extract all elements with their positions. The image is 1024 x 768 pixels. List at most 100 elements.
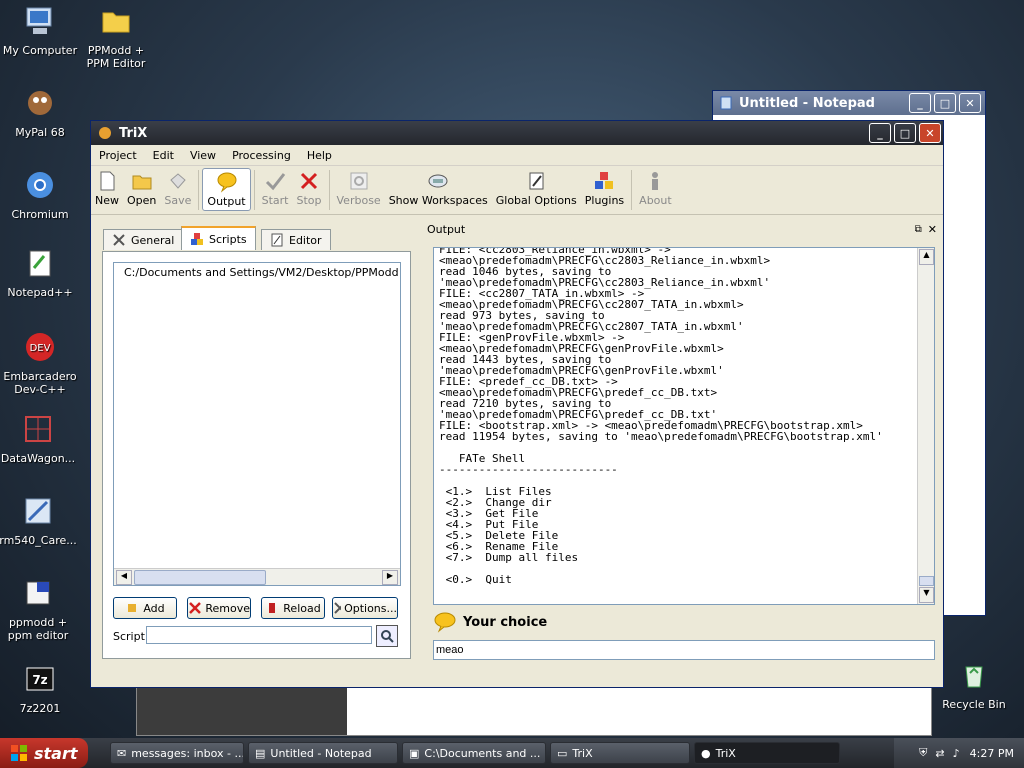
task-label: TriX [572, 746, 593, 760]
tab-editor-label: Editor [289, 233, 322, 247]
shield-icon[interactable]: ⛨ [919, 746, 927, 760]
menu-edit[interactable]: Edit [145, 149, 182, 162]
reload-button[interactable]: Reload [261, 597, 325, 619]
menu-view[interactable]: View [182, 149, 224, 162]
menu-project[interactable]: Project [91, 149, 145, 162]
close-panel-icon[interactable]: ✕ [928, 223, 937, 236]
task-trix-folder[interactable]: ▭ TriX [550, 742, 690, 764]
scroll-thumb[interactable] [919, 576, 934, 586]
scroll-left-button[interactable]: ◀ [116, 570, 132, 585]
menu-processing[interactable]: Processing [224, 149, 299, 162]
vertical-scrollbar[interactable]: ▲ ▼ [917, 248, 934, 604]
desktop-icon-mypal[interactable]: MyPal 68 [0, 86, 80, 139]
desktop-icon-recycle-bin[interactable]: Recycle Bin [934, 658, 1014, 711]
volume-icon[interactable]: ♪ [953, 747, 960, 760]
trix-maximize-button[interactable]: □ [894, 123, 916, 143]
toolbar-separator [198, 170, 200, 210]
reload-label: Reload [283, 601, 321, 615]
options-button[interactable]: Options... [332, 597, 398, 619]
scroll-up-button[interactable]: ▲ [919, 249, 934, 265]
desktop-icon-7z[interactable]: 7z 7z2201 [0, 662, 80, 715]
desktop-icon-my-computer[interactable]: My Computer [0, 4, 80, 57]
float-panel-icon[interactable]: ⧉ [915, 224, 922, 235]
menu-help[interactable]: Help [299, 149, 340, 162]
task-7zip[interactable]: ▣ C:\Documents and ... [402, 742, 546, 764]
desktop-icon-ppmodd-folder[interactable]: PPModd + PPM Editor [76, 4, 156, 70]
desktop-icon-rm540[interactable]: rm540_Care... [0, 494, 78, 547]
global-options-button[interactable]: Global Options [492, 168, 581, 209]
verbose-icon [350, 172, 368, 190]
mail-icon: ✉ [117, 746, 127, 760]
script-input[interactable] [146, 626, 372, 644]
task-notepad[interactable]: ▤ Untitled - Notepad [248, 742, 398, 764]
task-label: C:\Documents and ... [424, 746, 541, 760]
about-button[interactable]: About [635, 168, 676, 209]
desktop-icon-label: MyPal 68 [15, 126, 65, 139]
notepad-maximize-button[interactable]: □ [934, 93, 956, 113]
script-search-button[interactable] [376, 625, 398, 647]
svg-text:DEV: DEV [30, 343, 51, 354]
output-label: Output [207, 195, 246, 208]
scroll-thumb[interactable] [134, 570, 266, 585]
toolbar-separator [328, 170, 330, 210]
list-item[interactable]: C:/Documents and Settings/VM2/Desktop/PP… [114, 263, 400, 281]
7z-icon: ▣ [409, 746, 420, 760]
desktop-icon-ppmodd[interactable]: ppmodd + ppm editor [0, 576, 78, 642]
show-workspaces-button[interactable]: Show Workspaces [385, 168, 492, 209]
network-icon[interactable]: ⇄ [935, 747, 944, 760]
open-folder-icon [132, 175, 152, 190]
save-button[interactable]: Save [160, 168, 195, 209]
output-text: FILE: <cc2803_Reliance_in.wbxml> -> <meao… [439, 248, 909, 586]
output-line: --------------------------- [439, 463, 618, 476]
taskbar: start ✉ messages: inbox - ... ▤ Untitled… [0, 738, 1024, 768]
scripts-cubes-icon [191, 233, 203, 245]
open-button[interactable]: Open [123, 168, 160, 209]
remove-button[interactable]: Remove [187, 597, 251, 619]
desktop-icon-devcpp[interactable]: DEV Embarcadero Dev-C++ [0, 330, 80, 396]
start-label: start [34, 743, 78, 763]
7z-icon: 7z [26, 667, 54, 691]
svg-text:7z: 7z [32, 673, 47, 687]
stop-x-icon [300, 172, 318, 190]
output-console[interactable]: FILE: <cc2803_Reliance_in.wbxml> -> <meao… [433, 247, 935, 605]
output-panel-header: Output ⧉ ✕ [425, 221, 941, 237]
trix-minimize-button[interactable]: _ [869, 123, 891, 143]
tab-scripts[interactable]: Scripts [181, 226, 256, 250]
tab-editor[interactable]: Editor [261, 229, 331, 250]
output-button[interactable]: Output [202, 168, 251, 211]
output-line: <0.> Quit [439, 573, 512, 586]
trix-titlebar[interactable]: TriX _ □ ✕ [91, 121, 943, 145]
stop-label: Stop [296, 194, 322, 207]
scroll-right-button[interactable]: ▶ [382, 570, 398, 585]
trix-close-button[interactable]: ✕ [919, 123, 941, 143]
add-button[interactable]: Add [113, 597, 177, 619]
horizontal-scrollbar[interactable]: ◀ ▶ [114, 568, 400, 585]
tab-general[interactable]: General [103, 229, 184, 250]
choice-input[interactable] [433, 640, 935, 660]
scroll-down-button[interactable]: ▼ [919, 587, 934, 603]
notepad-minimize-button[interactable]: _ [909, 93, 931, 113]
start-button-taskbar[interactable]: start [0, 738, 88, 768]
workspaces-icon [428, 174, 448, 188]
plugins-cubes-icon [595, 172, 614, 189]
desktop-icon-notepadpp[interactable]: Notepad++ [0, 246, 80, 299]
scripts-panel: C:/Documents and Settings/VM2/Desktop/PP… [102, 251, 411, 659]
notepad-titlebar[interactable]: Untitled - Notepad _ □ ✕ [713, 91, 985, 115]
trix-app-icon: ● [701, 746, 711, 760]
task-trix[interactable]: ● TriX [694, 742, 840, 764]
task-messages[interactable]: ✉ messages: inbox - ... [110, 742, 244, 764]
stop-button[interactable]: Stop [293, 168, 326, 209]
plugins-button[interactable]: Plugins [581, 168, 628, 209]
new-button[interactable]: New [91, 168, 123, 209]
script-path: C:/Documents and Settings/VM2/Desktop/PP… [124, 265, 401, 279]
notepad-close-button[interactable]: ✕ [959, 93, 981, 113]
clock[interactable]: 4:27 PM [970, 747, 1014, 760]
start-button[interactable]: Start [258, 168, 293, 209]
desktop-icon-datawagon[interactable]: DataWagon... [0, 412, 78, 465]
verbose-button[interactable]: Verbose [333, 168, 385, 209]
notepad-icon: ▤ [255, 746, 266, 760]
desktop-icon-chromium[interactable]: Chromium [0, 168, 80, 221]
datawagon-icon [25, 416, 51, 442]
browser-icon [28, 91, 52, 115]
trix-window[interactable]: TriX _ □ ✕ Project Edit View Processing … [90, 120, 944, 688]
